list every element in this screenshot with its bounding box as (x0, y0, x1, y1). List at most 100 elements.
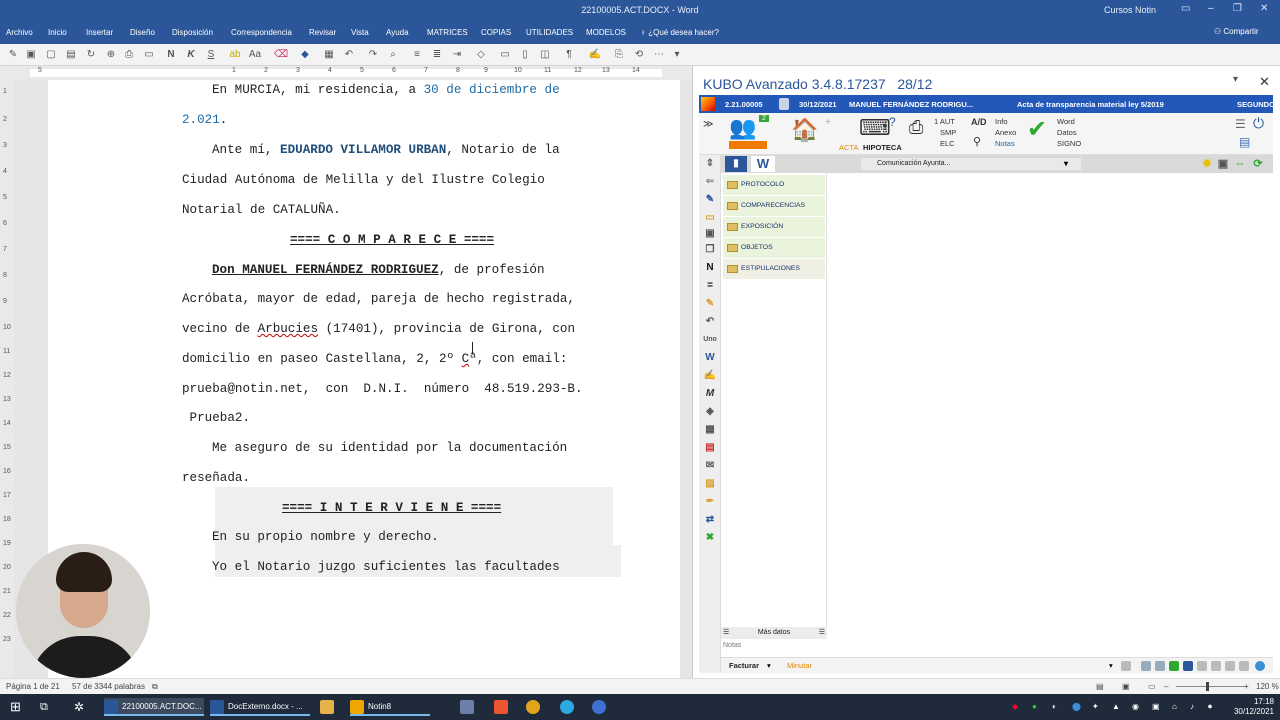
uno-icon[interactable]: Uno (703, 333, 717, 347)
power-icon[interactable]: ⏻ (1253, 115, 1264, 132)
bulb-icon[interactable]: ✹ (1201, 156, 1213, 172)
check-icon[interactable]: ✔ (1027, 115, 1047, 144)
edge-icon[interactable] (560, 698, 578, 716)
proofing-icon[interactable]: ⧉ (152, 682, 158, 692)
save-icon[interactable]: ▣ (24, 48, 38, 62)
word-icon[interactable]: W (703, 351, 717, 365)
transfer-icon[interactable]: ⇄ (703, 513, 717, 527)
taskbar-word-doc[interactable]: 22100005.ACT.DOC... (104, 698, 204, 716)
font-size-icon[interactable]: Aa (248, 48, 262, 62)
underline-icon[interactable]: S (204, 48, 218, 62)
tab-revisar[interactable]: Revisar (309, 28, 336, 37)
stamp-icon[interactable]: ◈ (703, 405, 717, 419)
paste-icon[interactable]: ▦ (322, 48, 336, 62)
equals-icon[interactable]: = (703, 279, 717, 293)
dropdown-icon[interactable]: ▾ (1061, 156, 1071, 172)
acta-label[interactable]: ACTA (839, 143, 858, 152)
help-icon[interactable]: ? (889, 115, 896, 129)
ribbon-display-icon[interactable]: ▭ (1181, 3, 1190, 14)
mail-icon[interactable]: ✉ (703, 459, 717, 473)
tab-ayuda[interactable]: Ayuda (386, 28, 409, 37)
collapse-icon[interactable]: ≫ (703, 119, 713, 130)
x-icon[interactable]: ✖ (703, 531, 717, 545)
taskbar-notin8[interactable]: Notin8 (350, 698, 430, 716)
undo-icon[interactable]: ↶ (703, 315, 717, 329)
web-layout-icon[interactable]: ▭ (1148, 682, 1156, 691)
tree-item-comparecencias[interactable]: COMPARECENCIAS (723, 196, 825, 216)
refresh-icon[interactable]: ↻ (84, 48, 98, 62)
tray-icon[interactable]: ▣ (1152, 698, 1160, 716)
zoom-out-icon[interactable]: – (1164, 682, 1168, 691)
window-icon[interactable] (1141, 661, 1151, 671)
brush-icon[interactable]: ✎ (6, 48, 20, 62)
mic-icon[interactable]: ⏺ (1208, 698, 1212, 716)
wrench-icon[interactable] (1239, 661, 1249, 671)
kubo-taskbar-icon[interactable] (494, 698, 512, 716)
gear-icon[interactable] (1211, 661, 1221, 671)
print-layout-icon[interactable]: ▣ (1122, 682, 1130, 691)
chevron-down-icon[interactable]: ▾ (1233, 74, 1238, 85)
word-label[interactable]: Word (1057, 117, 1075, 126)
tab-copias[interactable]: COPIAS (481, 28, 511, 37)
tab-modelos[interactable]: MODELOS (586, 28, 626, 37)
back-icon[interactable]: ⇐ (703, 175, 717, 189)
book-icon[interactable]: ▮ (725, 156, 747, 172)
volume-icon[interactable]: ♪ (1190, 698, 1194, 716)
anexo-label[interactable]: Anexo (995, 128, 1016, 137)
word-count[interactable]: 57 de 3344 palabras (72, 682, 145, 691)
taskbar-docexterno[interactable]: DocExterno.docx - ... (210, 698, 310, 716)
eraser-icon[interactable]: ⌫ (274, 48, 288, 62)
more-icon[interactable]: ⋯ (652, 48, 666, 62)
tab-correspondencia[interactable]: Correspondencia (231, 28, 292, 37)
pen-icon[interactable]: ✒ (703, 495, 717, 509)
chat-icon[interactable] (1121, 661, 1131, 671)
sound-icon[interactable] (1183, 661, 1193, 671)
tree-item-estipulaciones[interactable]: ESTIPULACIONES (723, 259, 825, 279)
notas-label[interactable]: Notas (995, 139, 1015, 148)
tab-disposicion[interactable]: Disposición (172, 28, 213, 37)
clipboard-icon[interactable]: ▨ (703, 477, 717, 491)
dropdown-icon[interactable]: ▾ (767, 661, 771, 670)
folder-icon[interactable]: ▭ (703, 211, 717, 225)
signo-label[interactable]: SIGNO (1057, 139, 1081, 148)
ard-icon[interactable]: A/D (971, 117, 987, 127)
lock-icon[interactable] (779, 98, 789, 110)
task-view-icon[interactable]: ⧉ (40, 698, 48, 716)
tray-icon[interactable]: ⬤ (1072, 698, 1081, 716)
zoom-slider[interactable] (1176, 686, 1246, 687)
vertical-ruler[interactable]: 1 2 3 4 5 6 7 8 9 10 11 12 13 14 15 16 1… (0, 80, 14, 678)
window2-icon[interactable] (1155, 661, 1165, 671)
customize-icon[interactable]: ▾ (670, 48, 684, 62)
tray-icon[interactable]: ⌂ (1172, 698, 1177, 716)
minutar-button[interactable]: Minutar (787, 661, 812, 670)
notes-field[interactable]: Notas (721, 639, 827, 655)
tab-inicio[interactable]: Inicio (48, 28, 67, 37)
grid-icon[interactable]: ▦ (703, 423, 717, 437)
tree-item-objetos[interactable]: OBJETOS (723, 238, 825, 258)
share-button[interactable]: ⚇ Compartir (1214, 27, 1259, 36)
user-name[interactable]: Cursos Notin (1104, 5, 1156, 15)
highlight-icon[interactable]: ab (228, 48, 242, 62)
pencil-icon[interactable]: ✎ (703, 297, 717, 311)
tab-archivo[interactable]: Archivo (6, 28, 33, 37)
info-label[interactable]: Info (995, 117, 1008, 126)
document-icon[interactable]: ▤ (1239, 135, 1250, 149)
calculator-icon[interactable] (460, 698, 478, 716)
redo-icon[interactable]: ↷ (366, 48, 380, 62)
find-icon[interactable]: ⌕ (386, 48, 400, 62)
open-icon[interactable]: ▤ (64, 48, 78, 62)
read-mode-icon[interactable]: ▤ (1096, 682, 1104, 691)
tray-icon[interactable]: ◆ (1012, 698, 1018, 716)
undo-icon[interactable]: ↶ (342, 48, 356, 62)
tab-matrices[interactable]: MATRICES (427, 28, 468, 37)
align-center-icon[interactable]: ≣ (430, 48, 444, 62)
indent-icon[interactable]: ⇥ (450, 48, 464, 62)
align-left-icon[interactable]: ≡ (410, 48, 424, 62)
page-icon[interactable]: ▯ (518, 48, 532, 62)
help-icon[interactable] (1255, 661, 1265, 671)
printer-icon[interactable]: ⎙ (909, 117, 923, 138)
expand-icon[interactable]: ⇕ (703, 157, 717, 171)
print-icon[interactable]: ⎙ (122, 48, 136, 62)
tree-item-protocolo[interactable]: PROTOCOLO (723, 175, 825, 195)
save2-icon[interactable]: ▣ (1217, 156, 1229, 172)
